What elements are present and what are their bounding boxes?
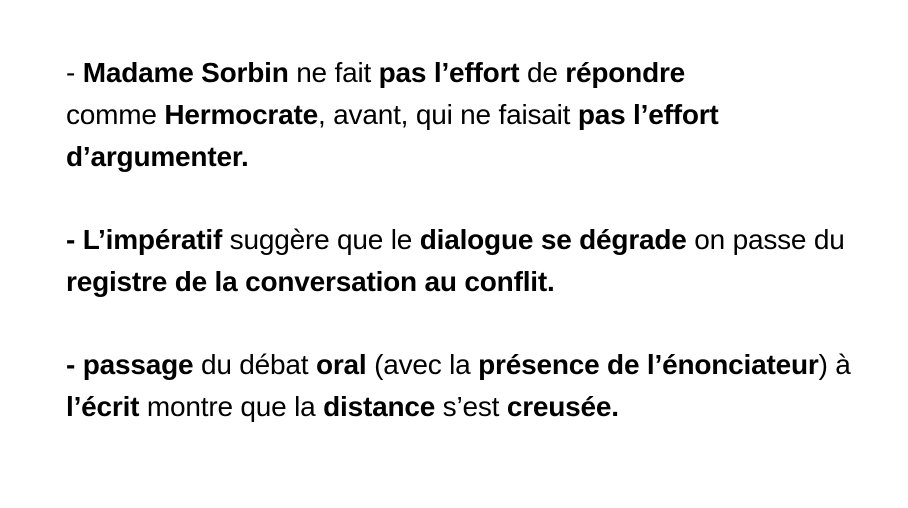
text-segment: ne fait (288, 57, 379, 88)
text-segment-bold: creusée. (506, 391, 619, 422)
text-segment-bold: Hermocrate (164, 99, 319, 130)
text-segment-bold: présence de l’énonciateur (478, 349, 819, 380)
text-segment: suggère que le (222, 224, 420, 255)
text-segment-bold: dialogue se dégrade (419, 224, 687, 255)
text-segment: ) à (818, 349, 851, 380)
paragraph-2: - L’impératif suggère que le dialogue se… (66, 219, 886, 303)
slide-body: - Madame Sorbin ne fait pas l’effort de … (66, 52, 886, 428)
text-segment-bold: registre de la conversation au conflit. (66, 266, 555, 297)
text-segment-bold: répondre (565, 57, 686, 88)
text-segment-bold: Madame Sorbin (82, 57, 289, 88)
text-segment-bold: distance (323, 391, 436, 422)
paragraph-1: - Madame Sorbin ne fait pas l’effort de … (66, 52, 886, 178)
text-segment: comme (66, 99, 165, 130)
text-segment: , avant, qui ne faisait (318, 99, 578, 130)
text-segment-bold: - L’impératif (66, 224, 223, 255)
text-segment: - (66, 57, 83, 88)
text-segment: on passe du (686, 224, 845, 255)
text-segment: de (519, 57, 566, 88)
text-segment: (avec la (366, 349, 479, 380)
text-segment-bold: l’écrit (66, 391, 140, 422)
text-segment-bold: - passage (66, 349, 194, 380)
paragraph-3: - passage du débat oral (avec la présenc… (66, 344, 886, 428)
text-segment: du débat (193, 349, 316, 380)
text-segment-bold: pas l’effort (378, 57, 520, 88)
text-segment: s’est (435, 391, 507, 422)
text-segment-bold: oral (315, 349, 367, 380)
text-segment: montre que la (139, 391, 324, 422)
